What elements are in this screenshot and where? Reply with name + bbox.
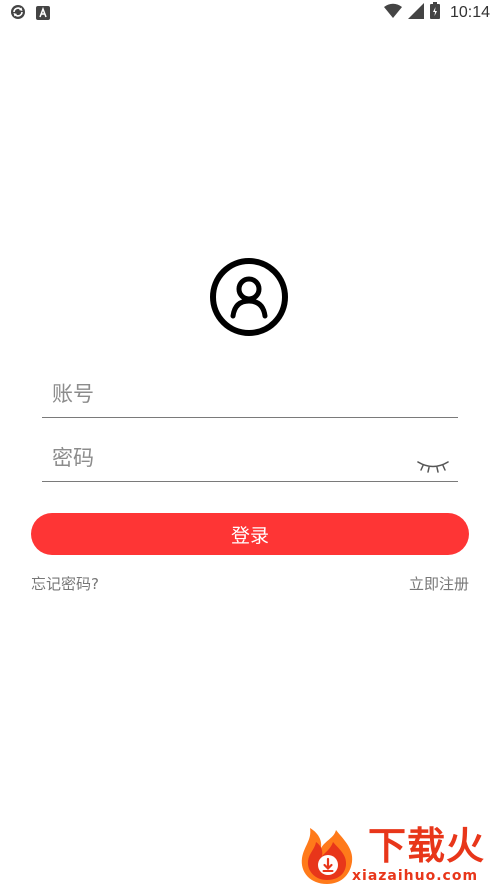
login-screen: 10:14 登录 忘记密码? 立即注册 — [0, 0, 500, 888]
account-input[interactable] — [50, 373, 414, 415]
signal-icon — [407, 2, 424, 23]
wifi-icon — [383, 3, 402, 23]
register-link[interactable]: 立即注册 — [409, 573, 469, 594]
forgot-password-link[interactable]: 忘记密码? — [31, 573, 99, 594]
password-field — [42, 433, 458, 482]
status-time: 10:14 — [449, 3, 490, 21]
account-field — [42, 369, 458, 418]
eye-closed-icon[interactable] — [416, 459, 450, 477]
status-bar: 10:14 — [0, 0, 500, 26]
a-badge-icon — [36, 5, 50, 24]
status-right-icons: 10:14 — [383, 2, 490, 23]
password-input[interactable] — [50, 437, 414, 479]
battery-icon — [429, 2, 440, 23]
watermark-brand: 下载火 — [368, 824, 486, 868]
watermark: 下载火 xiazaihuo.com — [296, 822, 496, 886]
sync-icon — [10, 4, 26, 24]
user-avatar-icon — [209, 257, 289, 337]
login-button[interactable]: 登录 — [31, 513, 469, 555]
status-left-icons — [10, 4, 50, 24]
watermark-url: xiazaihuo.com — [352, 868, 479, 884]
flame-logo-icon — [301, 828, 353, 884]
